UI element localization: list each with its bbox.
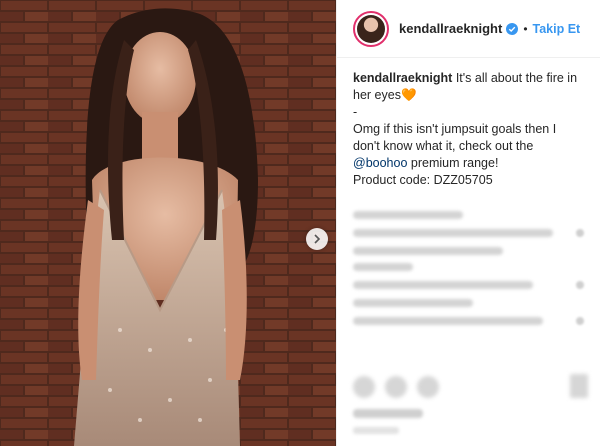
like-comment-icon[interactable] — [576, 281, 584, 289]
username-link[interactable]: kendallraeknight — [399, 21, 502, 36]
post-caption: kendallraeknight It's all about the fire… — [337, 58, 600, 189]
chevron-right-icon — [314, 234, 321, 244]
heart-emoji: 🧡 — [400, 88, 417, 102]
like-comment-icon[interactable] — [576, 317, 584, 325]
heart-icon[interactable] — [353, 376, 375, 398]
post-photo[interactable] — [0, 0, 336, 446]
verified-badge-icon — [506, 22, 519, 35]
follow-button[interactable]: Takip Et — [533, 22, 581, 36]
instagram-post: kendallraeknight • Takip Et kendallraekn… — [0, 0, 600, 446]
separator-dot: • — [523, 21, 528, 36]
likes-count-blurred[interactable] — [353, 409, 423, 418]
share-icon[interactable] — [417, 376, 439, 398]
mention-link[interactable]: @boohoo — [353, 156, 407, 170]
caption-line2-pre: Omg if this isn't jumpsuit goals then I … — [353, 122, 557, 153]
post-actions — [353, 376, 439, 398]
post-date-blurred — [353, 427, 399, 434]
caption-line2-post: premium range! — [407, 156, 499, 170]
comment-icon[interactable] — [385, 376, 407, 398]
post-header: kendallraeknight • Takip Et — [337, 0, 600, 58]
comment-row — [353, 229, 584, 237]
post-sidebar: kendallraeknight • Takip Et kendallraekn… — [336, 0, 600, 446]
comments-list — [337, 189, 600, 325]
view-comments-blurred[interactable] — [353, 211, 463, 219]
photo-image — [0, 0, 336, 446]
comment-row — [353, 247, 503, 255]
like-comment-icon[interactable] — [576, 229, 584, 237]
bookmark-icon[interactable] — [570, 374, 588, 398]
comment-row — [353, 317, 584, 325]
caption-username[interactable]: kendallraeknight — [353, 71, 452, 85]
comment-row — [353, 299, 473, 307]
next-photo-button[interactable] — [306, 228, 328, 250]
comment-row — [353, 263, 413, 271]
comment-row — [353, 281, 584, 289]
avatar[interactable] — [353, 10, 389, 47]
caption-product-code: Product code: DZZ05705 — [353, 173, 493, 187]
caption-dash: - — [353, 105, 358, 119]
